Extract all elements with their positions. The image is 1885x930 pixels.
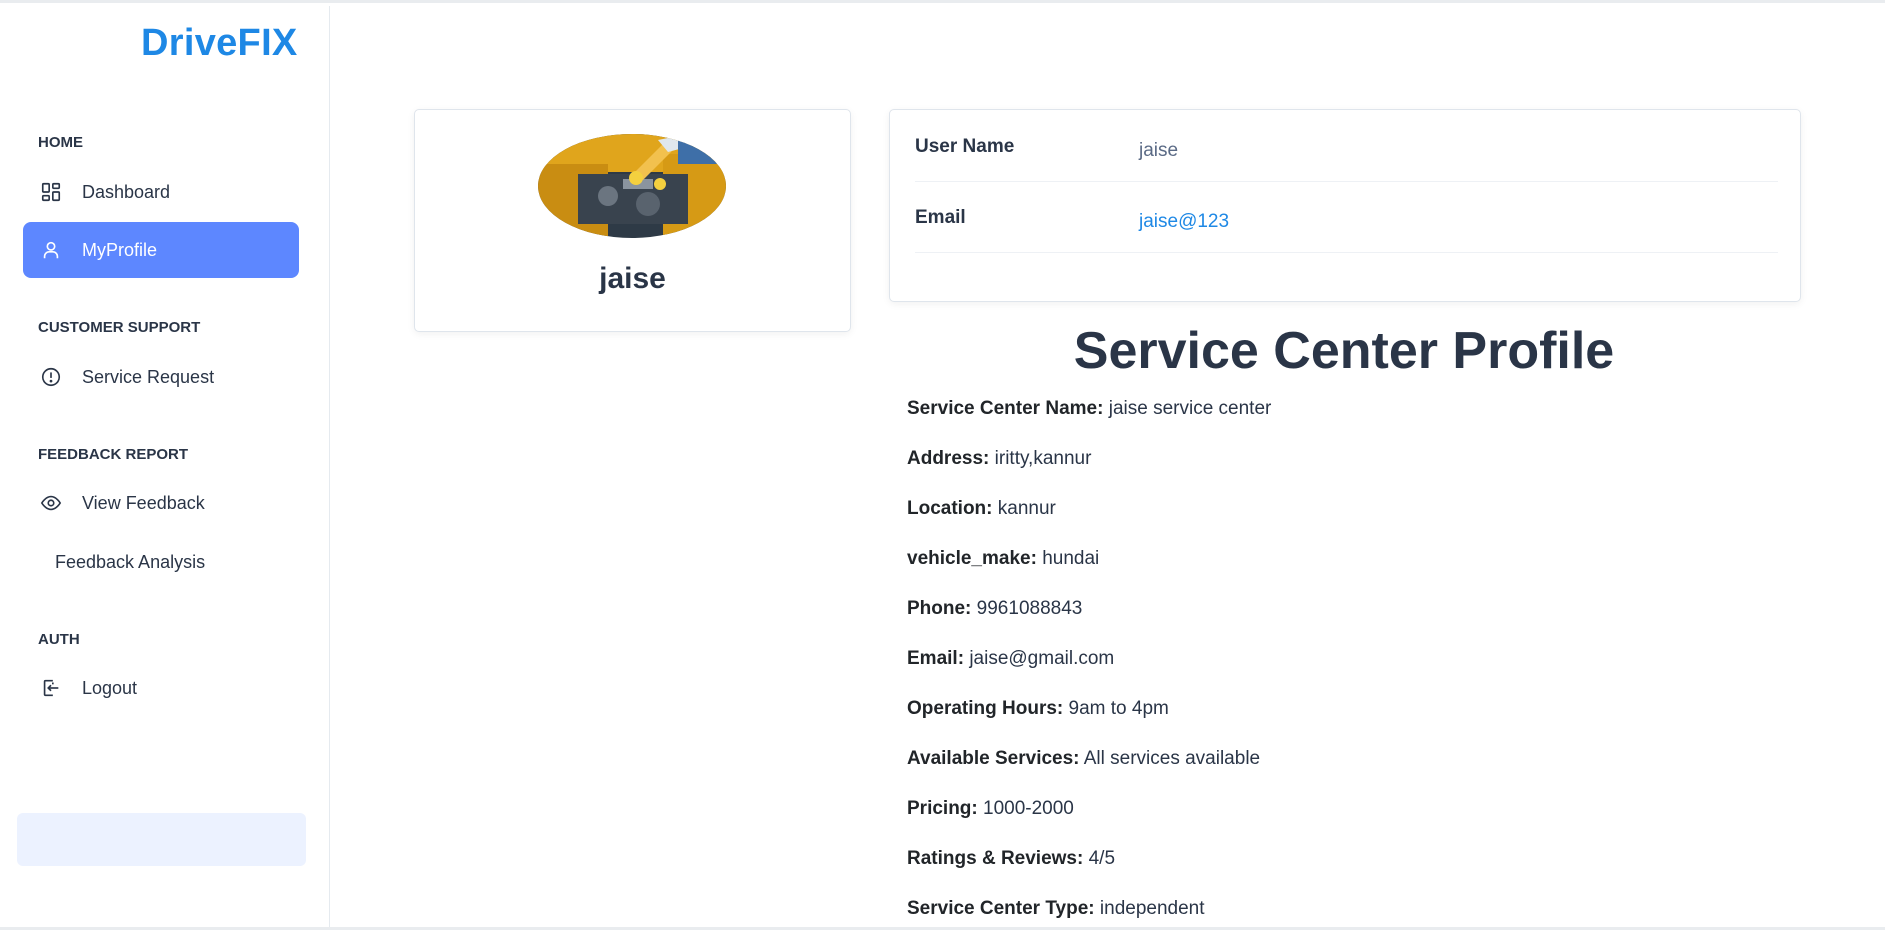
- sidebar-item-label: Service Request: [82, 366, 215, 387]
- sc-field-address: Address: iritty,kannur: [907, 448, 1091, 470]
- sc-field-vehicle-make: vehicle_make: hundai: [907, 548, 1099, 570]
- sidebar-item-feedback-analysis[interactable]: Feedback Analysis: [23, 534, 299, 590]
- sc-field-name: Service Center Name: jaise service cente…: [907, 398, 1271, 420]
- sidebar-item-dashboard[interactable]: Dashboard: [23, 164, 299, 220]
- field-label: Service Center Type:: [907, 898, 1095, 919]
- nav-section-home: HOME: [38, 134, 83, 151]
- sidebar: DriveFIX HOME Dashboard MyProfile CUSTOM…: [0, 6, 330, 927]
- sc-field-ratings: Ratings & Reviews: 4/5: [907, 848, 1115, 870]
- profile-name: jaise: [599, 262, 666, 295]
- email-label: Email: [915, 207, 966, 228]
- field-label: Email:: [907, 648, 965, 669]
- nav-section-auth: AUTH: [38, 631, 80, 648]
- sidebar-item-label: View Feedback: [82, 492, 205, 513]
- sc-field-email: Email: jaise@gmail.com: [907, 648, 1114, 670]
- mechanic-photo-icon: [538, 134, 726, 238]
- nav-section-feedback-report: FEEDBACK REPORT: [38, 446, 189, 463]
- sc-field-type: Service Center Type: independent: [907, 898, 1205, 920]
- field-value: 4/5: [1088, 848, 1116, 869]
- field-value: 1000-2000: [983, 798, 1074, 819]
- field-value: All services available: [1083, 748, 1261, 769]
- sidebar-item-logout[interactable]: Logout: [23, 660, 299, 716]
- email-value-link[interactable]: jaise@123: [1139, 211, 1229, 233]
- field-value: iritty,kannur: [994, 448, 1092, 469]
- brand-logo[interactable]: DriveFIX: [141, 22, 298, 65]
- sc-field-pricing: Pricing: 1000-2000: [907, 798, 1074, 820]
- field-value: kannur: [997, 498, 1056, 519]
- field-value: 9am to 4pm: [1068, 698, 1169, 719]
- sidebar-item-service-request[interactable]: Service Request: [23, 349, 299, 405]
- field-value: jaise service center: [1108, 398, 1272, 419]
- sc-field-available-services: Available Services: All services availab…: [907, 748, 1260, 770]
- sidebar-item-view-feedback[interactable]: View Feedback: [23, 475, 299, 531]
- profile-card: jaise: [414, 109, 851, 332]
- info-row-email: Email jaise@123: [915, 181, 1778, 253]
- sidebar-item-myprofile[interactable]: MyProfile: [23, 222, 299, 278]
- sidebar-item-label: MyProfile: [82, 239, 158, 260]
- dashboard-icon: [38, 179, 64, 205]
- username-value: jaise: [1139, 140, 1179, 161]
- field-value: hundai: [1042, 548, 1100, 569]
- sc-field-location: Location: kannur: [907, 498, 1056, 520]
- user-icon: [38, 237, 64, 263]
- field-label: Pricing:: [907, 798, 978, 819]
- page-title: Service Center Profile: [1073, 322, 1615, 380]
- field-label: Phone:: [907, 598, 972, 619]
- eye-icon: [38, 490, 64, 516]
- nav-section-customer-support: CUSTOMER SUPPORT: [38, 319, 201, 336]
- field-label: Service Center Name:: [907, 398, 1104, 419]
- account-info-card: User Name jaise Email jaise@123: [889, 109, 1801, 302]
- field-label: Ratings & Reviews:: [907, 848, 1084, 869]
- alert-circle-icon: [38, 364, 64, 390]
- sidebar-item-label: Dashboard: [82, 181, 171, 202]
- logout-icon: [38, 675, 64, 701]
- field-value: 9961088843: [976, 598, 1083, 619]
- sc-field-operating-hours: Operating Hours: 9am to 4pm: [907, 698, 1169, 720]
- field-value: independent: [1099, 898, 1205, 919]
- sc-field-phone: Phone: 9961088843: [907, 598, 1082, 620]
- field-label: Operating Hours:: [907, 698, 1064, 719]
- sidebar-footer-panel: [17, 813, 306, 866]
- app-window: DriveFIX HOME Dashboard MyProfile CUSTOM…: [0, 0, 1885, 930]
- field-value: jaise@gmail.com: [969, 648, 1115, 669]
- avatar: [538, 134, 726, 238]
- sidebar-item-label: Logout: [82, 677, 138, 698]
- sidebar-item-label: Feedback Analysis: [55, 551, 206, 572]
- username-label: User Name: [915, 136, 1015, 157]
- info-row-username: User Name jaise: [915, 110, 1778, 182]
- field-label: Location:: [907, 498, 993, 519]
- field-label: Available Services:: [907, 748, 1080, 769]
- field-label: vehicle_make:: [907, 548, 1037, 569]
- field-label: Address:: [907, 448, 990, 469]
